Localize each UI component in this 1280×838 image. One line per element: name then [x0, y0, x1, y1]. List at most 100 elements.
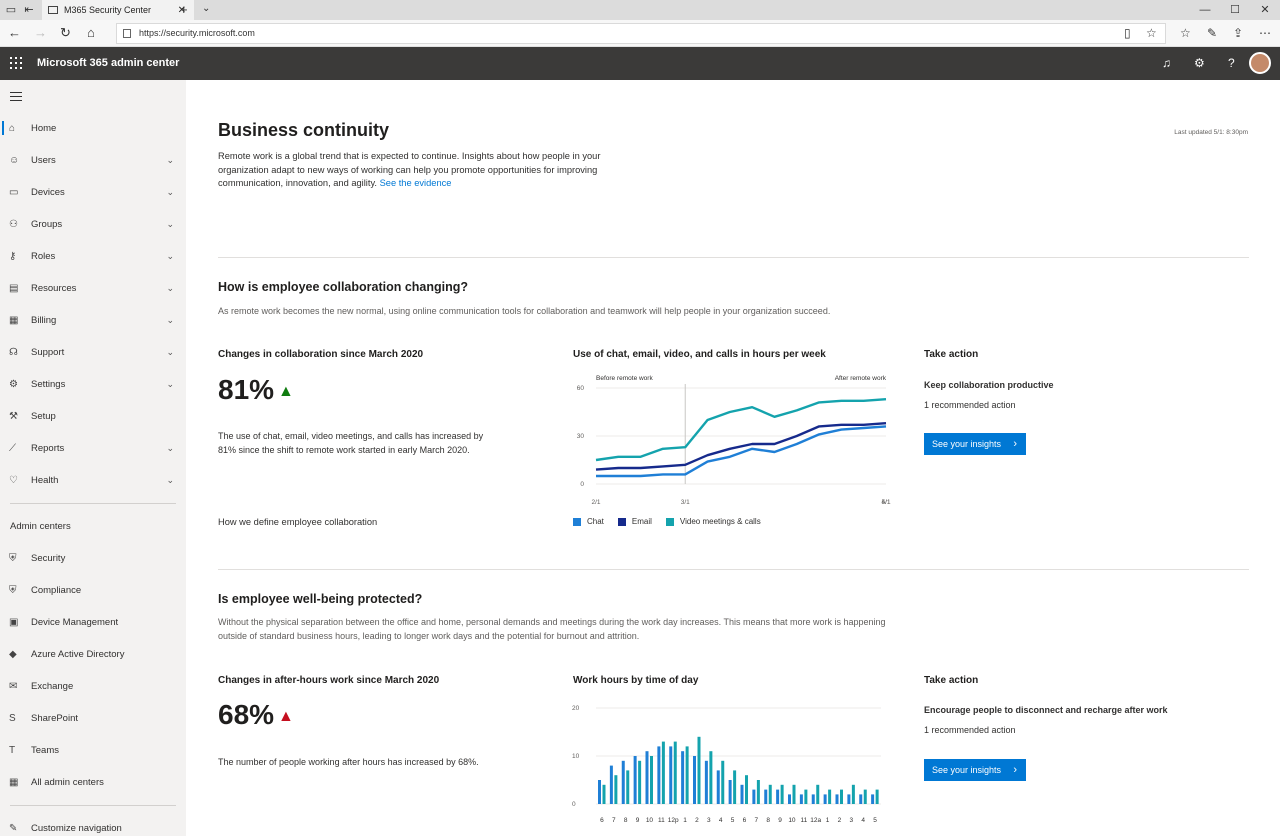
x-tick-label: 1: [683, 817, 687, 824]
gear-icon[interactable]: ⚙: [1194, 56, 1205, 70]
sidebar-item-support[interactable]: ☊ Support ⌄: [0, 342, 186, 362]
collaboration-see-insights-button[interactable]: See your insights ›: [924, 433, 1026, 455]
tab-actions-icon[interactable]: ▭: [4, 3, 18, 17]
chevron-down-icon[interactable]: ⌄: [166, 251, 174, 262]
bar: [871, 794, 875, 804]
favorites-icon[interactable]: ☆: [1180, 26, 1191, 40]
favorite-star-icon[interactable]: ☆: [1146, 26, 1157, 40]
sidebar-item-label: Billing: [31, 314, 57, 326]
pen-icon[interactable]: ✎: [1207, 26, 1217, 40]
exchange-icon: ✉: [9, 680, 18, 692]
forward-icon[interactable]: →: [34, 25, 47, 40]
minimize-icon[interactable]: —: [1190, 0, 1220, 20]
sidebar-item-billing[interactable]: ▦ Billing ⌄: [0, 310, 186, 330]
chevron-down-icon[interactable]: ⌄: [166, 475, 174, 486]
new-tab-icon[interactable]: +: [180, 2, 188, 17]
hamburger-menu-icon[interactable]: [10, 92, 22, 104]
wellbeing-see-insights-button[interactable]: See your insights ›: [924, 759, 1026, 781]
wellbeing-metric-value: 68%: [218, 699, 275, 730]
wellbeing-chart-title: Work hours by time of day: [573, 675, 699, 686]
help-icon[interactable]: ?: [1228, 56, 1235, 70]
collaboration-metric-title: Changes in collaboration since March 202…: [218, 349, 424, 360]
bar: [875, 789, 879, 804]
admin-center-sharepoint[interactable]: S SharePoint: [0, 708, 186, 728]
admin-centers-heading: Admin centers: [10, 521, 71, 532]
bar: [657, 746, 661, 804]
x-tick-label: 7: [755, 817, 759, 824]
y-tick-label: 60: [577, 385, 585, 392]
bar: [673, 741, 677, 804]
refresh-icon[interactable]: ↻: [60, 25, 71, 41]
see-evidence-link[interactable]: See the evidence: [380, 178, 452, 188]
see-insights-label: See your insights: [932, 439, 1002, 449]
chevron-down-icon[interactable]: ⌄: [166, 443, 174, 454]
wellbeing-take-action-title: Take action: [924, 675, 979, 686]
bar: [685, 746, 689, 804]
sidebar-item-resources[interactable]: ▤ Resources ⌄: [0, 278, 186, 298]
app-title[interactable]: Microsoft 365 admin center: [37, 57, 179, 69]
admin-center-security[interactable]: ⛨ Security: [0, 548, 186, 568]
before-remote-annotation: Before remote work: [596, 375, 653, 382]
reading-view-icon[interactable]: ▯: [1124, 26, 1131, 40]
resources-icon: ▤: [9, 282, 19, 294]
share-icon[interactable]: ⇪: [1233, 26, 1243, 40]
legend-swatch: [617, 517, 626, 526]
customize-navigation-link[interactable]: ✎ Customize navigation: [0, 818, 186, 838]
sidebar-item-home[interactable]: ⌂ Home: [0, 118, 186, 138]
collaboration-action-count: 1 recommended action: [924, 400, 1016, 410]
bar: [828, 789, 832, 804]
avatar[interactable]: [1249, 52, 1271, 74]
x-tick-label: 11: [800, 817, 807, 824]
x-tick-label: 12a: [810, 817, 821, 824]
chevron-down-icon[interactable]: ⌄: [166, 315, 174, 326]
bell-icon[interactable]: ♫: [1162, 56, 1171, 70]
sidebar-item-roles[interactable]: ⚷ Roles ⌄: [0, 246, 186, 266]
define-collaboration-link[interactable]: How we define employee collaboration: [218, 517, 377, 527]
x-tick-label: 11: [658, 817, 665, 824]
chevron-down-icon[interactable]: ⌄: [166, 187, 174, 198]
x-tick-label: 3: [707, 817, 711, 824]
admin-center-exchange[interactable]: ✉ Exchange: [0, 676, 186, 696]
sidebar-item-health[interactable]: ♡ Health ⌄: [0, 470, 186, 490]
admin-center-teams[interactable]: T Teams: [0, 740, 186, 760]
admin-center-all-admin-centers[interactable]: ▦ All admin centers: [0, 772, 186, 792]
chevron-down-icon[interactable]: ⌄: [166, 283, 174, 294]
bar: [598, 780, 601, 804]
sidebar-item-users[interactable]: ☺ Users ⌄: [0, 150, 186, 170]
chevron-down-icon[interactable]: ⌄: [166, 347, 174, 358]
chevron-down-icon[interactable]: ⌄: [166, 155, 174, 166]
set-aside-tabs-icon[interactable]: ⇤: [22, 3, 36, 17]
sidebar-item-settings[interactable]: ⚙ Settings ⌄: [0, 374, 186, 394]
more-icon[interactable]: ⋯: [1259, 26, 1271, 40]
chevron-down-icon[interactable]: ⌄: [166, 219, 174, 230]
home-browser-icon[interactable]: ⌂: [87, 25, 95, 40]
tab-dropdown-icon[interactable]: ⌄: [202, 3, 210, 14]
y-tick-label: 20: [572, 705, 580, 712]
collaboration-chart-legend: Chat Email Video meetings & calls: [573, 517, 775, 526]
sidebar-item-devices[interactable]: ▭ Devices ⌄: [0, 182, 186, 202]
x-tick-label: 9: [778, 817, 782, 824]
sidebar-item-label: Health: [31, 474, 59, 486]
sidebar-item-setup[interactable]: ⚒ Setup: [0, 406, 186, 426]
sidebar-item-groups[interactable]: ⚇ Groups ⌄: [0, 214, 186, 234]
main-content: Business continuity Last updated 5/1: 8:…: [186, 80, 1280, 836]
sidebar: ⌂ Home ☺ Users ⌄ ▭ Devices ⌄ ⚇ Groups ⌄ ⚷ Roles ⌄ ▤ Res…: [0, 80, 186, 836]
sidebar-item-reports[interactable]: ⟋ Reports ⌄: [0, 438, 186, 458]
url-field[interactable]: https://security.microsoft.com: [116, 23, 1166, 44]
admin-center-azure-active-directory[interactable]: ◆ Azure Active Directory: [0, 644, 186, 664]
bar: [609, 765, 613, 804]
person-icon: ☺: [9, 154, 20, 166]
close-window-icon[interactable]: ✕: [1250, 0, 1280, 20]
admin-center-compliance[interactable]: ⛨ Compliance: [0, 580, 186, 600]
bar: [851, 784, 855, 804]
tab-title: M365 Security Center: [64, 5, 152, 15]
admin-center-device-management[interactable]: ▣ Device Management: [0, 612, 186, 632]
x-tick-label: 10: [646, 817, 654, 824]
back-icon[interactable]: ←: [8, 25, 21, 40]
chevron-down-icon[interactable]: ⌄: [166, 379, 174, 390]
legend-swatch: [573, 517, 581, 526]
app-launcher-icon[interactable]: [10, 57, 22, 69]
bar: [816, 784, 820, 804]
browser-tab[interactable]: M365 Security Center ✕: [42, 0, 194, 20]
maximize-icon[interactable]: ☐: [1220, 0, 1250, 20]
